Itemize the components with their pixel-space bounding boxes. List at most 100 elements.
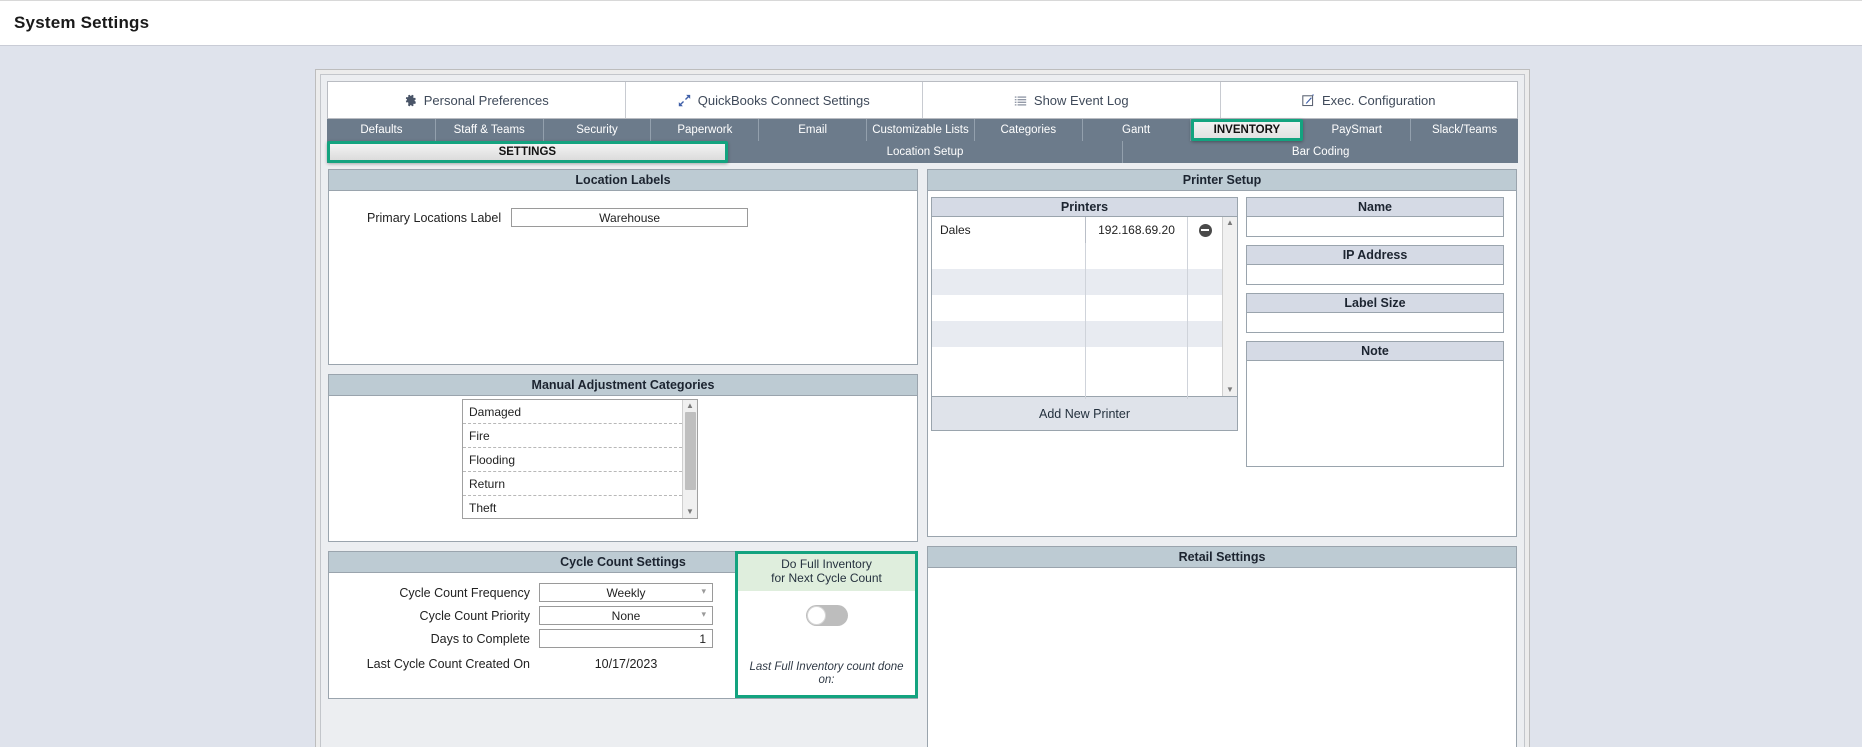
tab-location-setup-label: Location Setup	[886, 146, 964, 158]
secondary-tab-bar: Defaults Staff & Teams Security Paperwor…	[327, 119, 1518, 141]
do-full-inventory-panel: Do Full Inventory for Next Cycle Count L…	[735, 551, 918, 698]
tab-quickbooks-connect-settings[interactable]: QuickBooks Connect Settings	[625, 82, 923, 118]
cycle-count-frequency-select[interactable]: Weekly ▾	[539, 583, 713, 602]
printer-name-cell: Dales	[932, 217, 1086, 243]
page-title-bar: System Settings	[0, 0, 1862, 45]
printer-ip-header: IP Address	[1246, 245, 1504, 265]
page-title: System Settings	[14, 13, 150, 32]
manual-adjustment-list: Damaged Fire Flooding Return Theft	[463, 400, 682, 518]
do-full-inventory-toggle[interactable]	[805, 604, 848, 626]
primary-location-label-caption: Primary Locations Label	[367, 210, 502, 225]
printer-ip-cell: 192.168.69.20	[1086, 217, 1188, 243]
tab-settings[interactable]: SETTINGS	[327, 141, 728, 163]
table-row[interactable]	[932, 373, 1222, 399]
printer-detail-column: Name IP Address Label Size Note	[1246, 197, 1504, 536]
tab-paperwork[interactable]: Paperwork	[651, 119, 760, 141]
tab-slack-teams[interactable]: Slack/Teams	[1411, 119, 1518, 141]
printers-grid: Dales 192.168.69.20	[932, 217, 1222, 399]
days-to-complete-input[interactable]: 1	[539, 629, 713, 648]
scroll-up-arrow-icon[interactable]: ▲	[686, 400, 694, 412]
tab-security[interactable]: Security	[544, 119, 652, 141]
tab-email-label: Email	[798, 124, 828, 136]
scroll-down-arrow-icon[interactable]: ▼	[686, 506, 694, 518]
printer-name-input[interactable]	[1246, 217, 1504, 237]
printer-ip-cell	[1086, 295, 1188, 321]
primary-location-input[interactable]: Warehouse	[511, 208, 749, 227]
table-row[interactable]	[932, 347, 1222, 373]
table-row[interactable]	[932, 321, 1222, 347]
toggle-knob	[806, 605, 826, 625]
list-item[interactable]: Return	[463, 472, 682, 496]
printer-name-cell	[932, 321, 1086, 347]
printer-name-cell	[932, 269, 1086, 295]
tab-defaults[interactable]: Defaults	[328, 119, 436, 141]
do-full-inventory-title-line1: Do Full Inventory	[781, 557, 872, 571]
panel-manual-adjustment-title: Manual Adjustment Categories	[329, 375, 917, 396]
printer-name-cell	[932, 347, 1086, 373]
list-item[interactable]: Theft	[463, 496, 682, 520]
cycle-count-frequency-value: Weekly	[606, 585, 646, 600]
list-item[interactable]: Fire	[463, 424, 682, 448]
tab-email[interactable]: Email	[759, 119, 868, 141]
printer-name-block: Name	[1246, 197, 1504, 237]
printer-ip-cell	[1086, 269, 1188, 295]
list-item[interactable]: Damaged	[463, 400, 682, 424]
tab-personal-preferences-label: Personal Preferences	[423, 92, 549, 108]
remove-printer-icon[interactable]	[1198, 223, 1212, 237]
tab-paysmart[interactable]: PaySmart	[1303, 119, 1412, 141]
tab-personal-preferences[interactable]: Personal Preferences	[328, 82, 626, 118]
printers-grid-container: Dales 192.168.69.20 ▲ ▼	[931, 217, 1238, 399]
table-row[interactable]: Dales 192.168.69.20	[932, 217, 1222, 243]
tab-gantt[interactable]: Gantt	[1083, 119, 1191, 141]
panel-retail-settings: Retail Settings	[927, 546, 1517, 747]
tab-quickbooks-connect-settings-label: QuickBooks Connect Settings	[697, 92, 870, 108]
tab-staff-and-teams[interactable]: Staff & Teams	[436, 119, 544, 141]
tab-customizable-lists-label: Customizable Lists	[872, 124, 969, 136]
tab-categories[interactable]: Categories	[975, 119, 1083, 141]
table-row[interactable]	[932, 269, 1222, 295]
printer-note-block: Note	[1246, 341, 1504, 467]
cycle-count-frequency-label: Cycle Count Frequency	[399, 585, 530, 600]
do-full-inventory-title-line2: for Next Cycle Count	[771, 570, 882, 585]
scrollbar-thumb[interactable]	[1225, 229, 1236, 384]
tab-customizable-lists[interactable]: Customizable Lists	[867, 119, 975, 141]
primary-tab-bar: Personal Preferences QuickBooks Connect …	[327, 81, 1518, 119]
gear-icon	[404, 94, 417, 107]
manual-adjustment-scrollbar[interactable]: ▲ ▼	[682, 400, 697, 518]
table-row[interactable]	[932, 243, 1222, 269]
printer-note-input[interactable]	[1246, 361, 1504, 467]
printer-label-size-input[interactable]	[1246, 313, 1504, 333]
printer-ip-cell	[1086, 373, 1188, 399]
printer-label-size-block: Label Size	[1246, 293, 1504, 333]
settings-content: Location Labels Primary Locations Label …	[327, 166, 1518, 747]
add-new-printer-button[interactable]: Add New Printer	[931, 397, 1238, 431]
panel-location-labels-title: Location Labels	[329, 170, 917, 191]
printers-scrollbar[interactable]: ▲ ▼	[1222, 217, 1237, 396]
last-full-inventory-note: Last Full Inventory count done on:	[749, 660, 904, 687]
scrollbar-thumb[interactable]	[684, 412, 696, 490]
table-row[interactable]	[932, 295, 1222, 321]
panel-printer-setup: Printer Setup Printers Dales 192.168.69.…	[927, 169, 1517, 537]
panel-location-labels: Location Labels Primary Locations Label …	[328, 169, 918, 365]
settings-window-frame: Personal Preferences QuickBooks Connect …	[315, 69, 1530, 747]
tab-defaults-label: Defaults	[360, 124, 403, 136]
printer-ip-input[interactable]	[1246, 265, 1504, 285]
scroll-down-arrow-icon[interactable]: ▼	[1226, 384, 1234, 396]
do-full-inventory-body: Last Full Inventory count done on:	[738, 591, 915, 695]
cycle-count-priority-value: None	[611, 608, 641, 623]
tab-bar-coding[interactable]: Bar Coding	[1123, 141, 1518, 163]
tab-inventory[interactable]: INVENTORY	[1190, 119, 1304, 141]
list-item[interactable]: Flooding	[463, 448, 682, 472]
cycle-count-priority-select[interactable]: None ▾	[539, 606, 713, 625]
printer-label-size-header: Label Size	[1246, 293, 1504, 313]
printer-ip-block: IP Address	[1246, 245, 1504, 285]
panel-printer-setup-title: Printer Setup	[928, 170, 1516, 191]
panel-cycle-count-body: Cycle Count Frequency Weekly ▾ Cycle Cou…	[329, 551, 918, 698]
tab-location-setup[interactable]: Location Setup	[728, 141, 1124, 163]
scroll-up-arrow-icon[interactable]: ▲	[1226, 217, 1234, 229]
panel-location-labels-body: Primary Locations Label Warehouse	[329, 191, 917, 364]
tab-exec-configuration[interactable]: Exec. Configuration	[1220, 82, 1517, 118]
last-cycle-count-created-value: 10/17/2023	[594, 657, 658, 671]
manual-adjustment-list-container: Damaged Fire Flooding Return Theft ▲ ▼	[462, 399, 698, 519]
tab-show-event-log[interactable]: Show Event Log	[923, 82, 1221, 118]
